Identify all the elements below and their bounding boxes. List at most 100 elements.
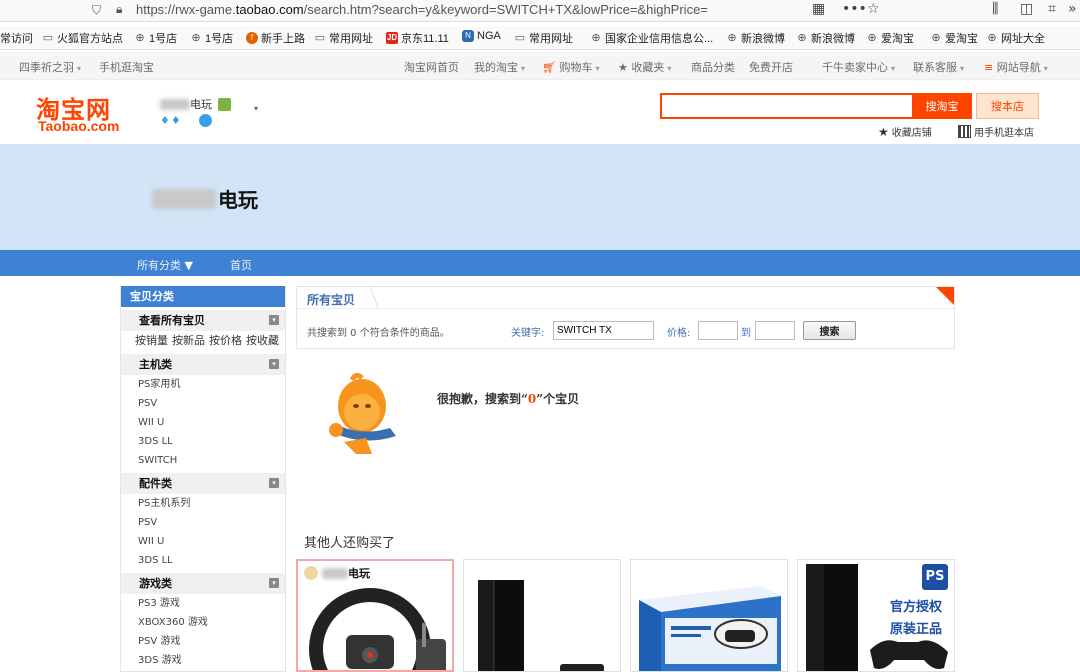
sidebar-item[interactable]: WII U (121, 532, 285, 551)
bookmark-item[interactable]: ▭ 常用网址 (514, 30, 573, 46)
bookmark-item[interactable]: 常访问 (0, 30, 33, 46)
sidebar-view-all[interactable]: 查看所有宝贝 ▾ (121, 310, 285, 331)
sidebar-category-label: 配件类 (139, 477, 172, 490)
lock-icon[interactable]: 🔒︎ (116, 2, 122, 17)
chevron-down-icon[interactable]: ▾ (254, 104, 258, 113)
categories-link[interactable]: 商品分类 (691, 59, 735, 75)
sidebar-item[interactable]: PS3 游戏 (121, 594, 285, 613)
free-shop-link[interactable]: 免费开店 (749, 59, 793, 75)
breadcrumb-all-items[interactable]: 所有宝贝 (307, 291, 355, 308)
bookmark-item[interactable]: ⊕ 爱淘宝 (866, 30, 914, 46)
bookmark-label: 国家企业信用信息公... (605, 33, 714, 45)
collapse-toggle-icon[interactable]: ▾ (269, 359, 279, 369)
sort-link[interactable]: 按价格 (209, 334, 242, 347)
taobao-home-link[interactable]: 淘宝网首页 (404, 59, 459, 75)
keyword-label: 关键字: (511, 328, 545, 339)
globe-icon: ⊕ (797, 32, 807, 44)
bookmark-label: 1号店 (149, 33, 178, 45)
bookmark-item[interactable]: ▭ 火狐官方站点 (42, 30, 123, 46)
shop-name-suffix: 电玩 (190, 98, 212, 111)
taobao-mascot-icon (329, 372, 396, 454)
sidebar-item[interactable]: PSV 游戏 (121, 632, 285, 651)
bookmark-item[interactable]: ⊕ 1号店 (190, 30, 233, 46)
genuine-product-text: 原装正品 (890, 622, 943, 637)
globe-icon: ⊕ (931, 32, 941, 44)
bookmark-item[interactable]: ⊕ 爱淘宝 (930, 30, 978, 46)
bookmark-label: 常用网址 (529, 33, 573, 45)
bookmark-item[interactable]: ⊕ 1号店 (134, 30, 177, 46)
bookmark-item[interactable]: JD 京东11.11 (386, 30, 449, 46)
sort-link[interactable]: 按销量 (135, 334, 168, 347)
price-max-input[interactable] (755, 321, 795, 340)
globe-icon: ⊕ (135, 32, 145, 44)
bookmark-item[interactable]: ⊕ 新浪微博 (796, 30, 855, 46)
corner-ribbon (936, 287, 954, 305)
overflow-menu-icon[interactable]: » (1068, 1, 1077, 17)
sidebar-item[interactable]: SWITCH (121, 451, 285, 470)
product-card[interactable]: PS 官方授权 原装正品 (797, 559, 955, 672)
shop-home-link[interactable]: 首页 (230, 257, 252, 273)
url-text[interactable]: https://rwx-game.taobao.com/search.htm?s… (136, 2, 708, 17)
bookmark-item[interactable]: N NGA (462, 30, 501, 42)
keyword-input[interactable] (553, 321, 654, 340)
mobile-shop-link[interactable]: 用手机逛本店 (958, 124, 1034, 139)
taobao-logo-en[interactable]: Taobao.com (38, 118, 119, 134)
search-button[interactable]: 搜索 (803, 321, 856, 340)
screenshot-icon[interactable]: ⌗ (1048, 1, 1056, 17)
browser-url-bar[interactable]: ⛉ 🔒︎ https://rwx-game.taobao.com/search.… (0, 0, 1080, 22)
all-categories-menu[interactable]: 所有分类 ▼ (137, 257, 193, 273)
bookmark-item[interactable]: f 新手上路 (246, 30, 305, 46)
my-taobao-link[interactable]: 我的淘宝 ▾ (474, 59, 525, 75)
user-name-link[interactable]: 四季祈之羽 ▾ (19, 59, 81, 75)
sidebar-item[interactable]: 3DS 游戏 (121, 651, 285, 670)
collapse-toggle-icon[interactable]: ▾ (269, 578, 279, 588)
collapse-toggle-icon[interactable]: ▾ (269, 478, 279, 488)
sidebar-item[interactable]: WII U (121, 413, 285, 432)
qr-code-icon[interactable]: ▦ (812, 1, 825, 17)
shop-name[interactable]: 电玩 (160, 96, 231, 112)
sidebar-category[interactable]: 游戏类 ▾ (121, 573, 285, 594)
sort-link[interactable]: 按新品 (172, 334, 205, 347)
sidebar-item[interactable]: PSV (121, 394, 285, 413)
seller-center-link[interactable]: 千牛卖家中心 ▾ (822, 59, 895, 75)
bookmark-item[interactable]: ⊕ 网址大全 (986, 30, 1045, 46)
sidebar-item[interactable]: PS主机系列 (121, 494, 285, 513)
product-card[interactable]: 电玩 (296, 559, 454, 672)
sidebar-item[interactable]: 3DS LL (121, 432, 285, 451)
tracking-shield-icon[interactable]: ⛉ (92, 3, 101, 18)
favorites-link[interactable]: ★ 收藏夹 ▾ (618, 59, 671, 75)
sidebar-item[interactable]: XBOX360 游戏 (121, 613, 285, 632)
search-shop-button[interactable]: 搜本店 (976, 93, 1039, 119)
bookmark-item[interactable]: ⊕ 国家企业信用信息公... (590, 30, 713, 46)
bookmark-star-icon[interactable]: ☆ (867, 1, 880, 17)
site-nav-link[interactable]: ≡ 网站导航 ▾ (984, 59, 1048, 75)
collapse-toggle-icon[interactable]: ▾ (269, 315, 279, 325)
cart-link[interactable]: 🛒︎ 购物车 ▾ (542, 59, 599, 75)
sidebar-icon[interactable]: ◫ (1020, 1, 1033, 17)
sidebar-category[interactable]: 主机类 ▾ (121, 354, 285, 375)
search-taobao-button[interactable]: 搜淘宝 (912, 93, 972, 119)
price-min-input[interactable] (698, 321, 738, 340)
sidebar-item[interactable]: PSV (121, 513, 285, 532)
mobile-taobao-link[interactable]: 手机逛淘宝 (99, 59, 154, 75)
sidebar-item[interactable]: PS家用机 (121, 375, 285, 394)
favorite-shop-link[interactable]: ★ 收藏店铺 (878, 124, 932, 140)
sidebar-category[interactable]: 配件类 ▾ (121, 473, 285, 494)
more-actions-icon[interactable]: ••• (842, 1, 867, 17)
price-label: 价格: (667, 328, 691, 339)
sidebar-item[interactable]: 3DS LL (121, 551, 285, 570)
bookmark-label: 爱淘宝 (945, 33, 978, 45)
wangwang-chat-icon[interactable] (199, 114, 212, 127)
bookmark-item[interactable]: ▭ 常用网址 (314, 30, 373, 46)
customer-service-link[interactable]: 联系客服 ▾ (913, 59, 964, 75)
product-card[interactable] (630, 559, 788, 672)
sort-link[interactable]: 按收藏 (246, 334, 279, 347)
shop-banner: 电玩 (0, 144, 1080, 250)
official-authorized-text: 官方授权 (890, 600, 943, 615)
globe-icon: ⊕ (591, 32, 601, 44)
library-icon[interactable]: ⫼ (992, 1, 998, 17)
product-card[interactable] (463, 559, 621, 672)
search-input[interactable] (660, 93, 912, 119)
shop-header: 淘宝网 Taobao.com 电玩 ♦♦ ▾ 搜淘宝 搜本店 ★ 收藏店铺 用手机… (0, 80, 1080, 144)
bookmark-item[interactable]: ⊕ 新浪微博 (726, 30, 785, 46)
